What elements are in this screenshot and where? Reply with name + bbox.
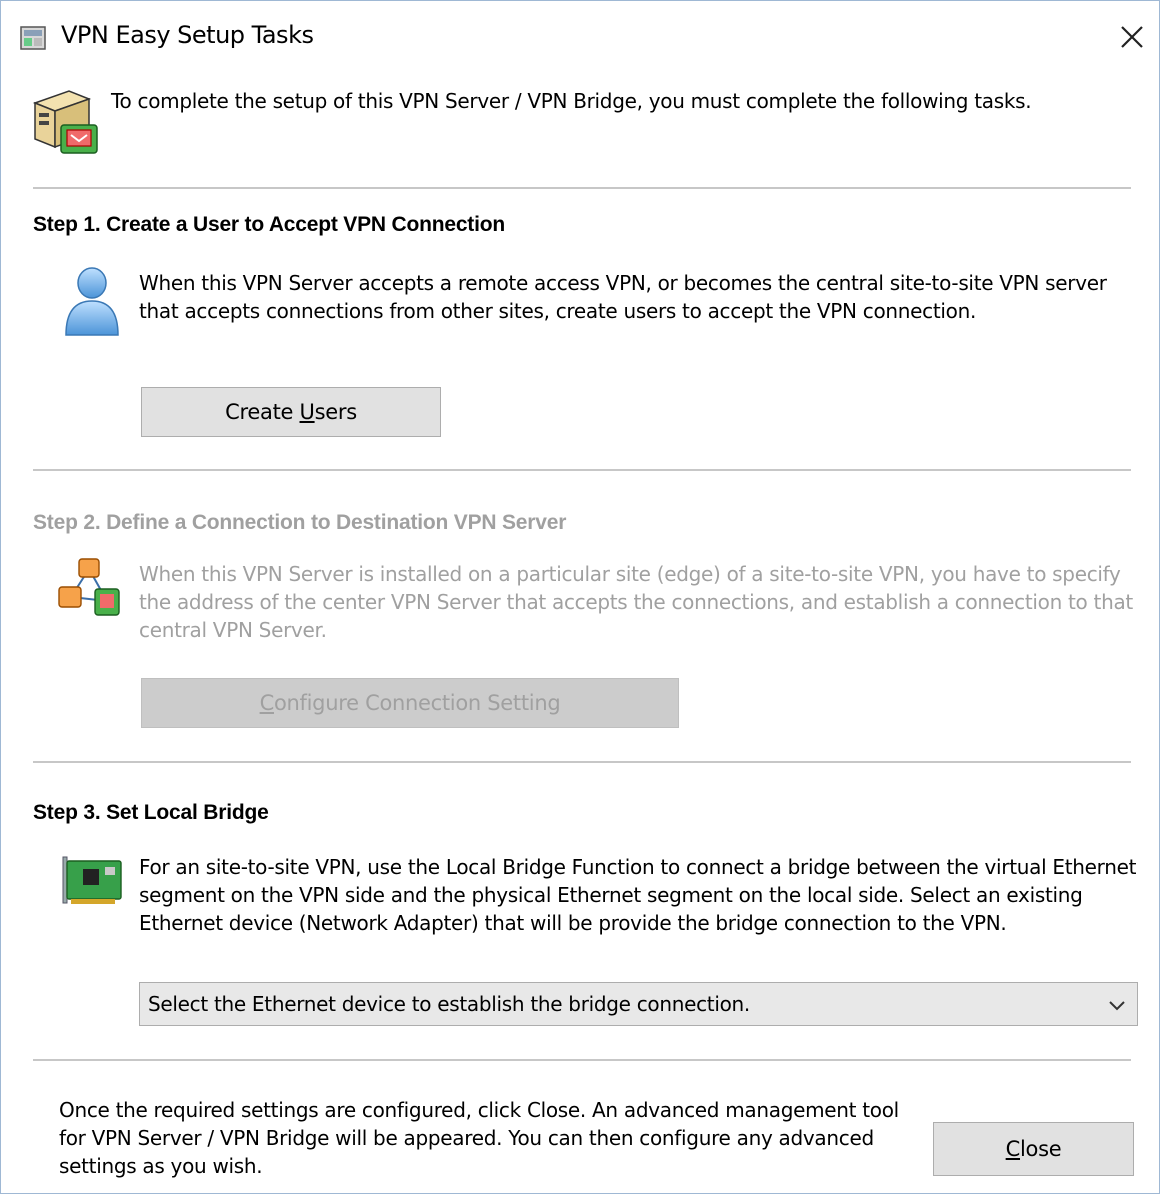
ethernet-device-select-value: Select the Ethernet device to establish … xyxy=(148,992,750,1016)
configure-connection-mnemonic: C xyxy=(259,691,275,715)
step1-description: When this VPN Server accepts a remote ac… xyxy=(139,271,1107,323)
separator xyxy=(33,1059,1131,1061)
configure-connection-setting-button[interactable]: Configure Connection Setting xyxy=(141,678,679,728)
close-mnemonic: C xyxy=(1005,1137,1021,1161)
vpn-easy-setup-window: VPN Easy Setup Tasks To complete the set… xyxy=(0,0,1160,1194)
step3-title: Step 3. Set Local Bridge xyxy=(33,801,269,824)
site-to-site-icon xyxy=(57,557,123,625)
ethernet-device-select[interactable]: Select the Ethernet device to establish … xyxy=(139,982,1138,1026)
create-users-label-prefix: Create xyxy=(225,400,300,424)
close-label-suffix: lose xyxy=(1020,1137,1062,1161)
configure-connection-label-suffix: onfigure Connection Setting xyxy=(273,691,561,715)
app-icon xyxy=(19,23,47,55)
create-users-mnemonic: U xyxy=(299,400,315,424)
create-users-button[interactable]: Create Users xyxy=(141,387,441,437)
close-button[interactable]: Close xyxy=(933,1122,1134,1176)
vpn-server-icon xyxy=(29,85,101,163)
step3-description: For an site-to-site VPN, use the Local B… xyxy=(139,855,1137,935)
separator xyxy=(33,187,1131,189)
close-icon[interactable] xyxy=(1111,19,1151,55)
window-title: VPN Easy Setup Tasks xyxy=(61,21,314,49)
network-adapter-icon xyxy=(61,853,125,913)
step2-title: Step 2. Define a Connection to Destinati… xyxy=(33,511,567,534)
title-bar: VPN Easy Setup Tasks xyxy=(1,1,1159,69)
create-users-label-suffix: sers xyxy=(314,400,358,424)
step1-title: Step 1. Create a User to Accept VPN Conn… xyxy=(33,213,505,236)
chevron-down-icon xyxy=(1107,995,1127,1020)
step2-description: When this VPN Server is installed on a p… xyxy=(139,562,1133,642)
separator xyxy=(33,761,1131,763)
footer-text: Once the required settings are configure… xyxy=(59,1098,899,1178)
intro-text: To complete the setup of this VPN Server… xyxy=(111,89,1032,113)
user-icon xyxy=(63,265,121,343)
separator xyxy=(33,469,1131,471)
